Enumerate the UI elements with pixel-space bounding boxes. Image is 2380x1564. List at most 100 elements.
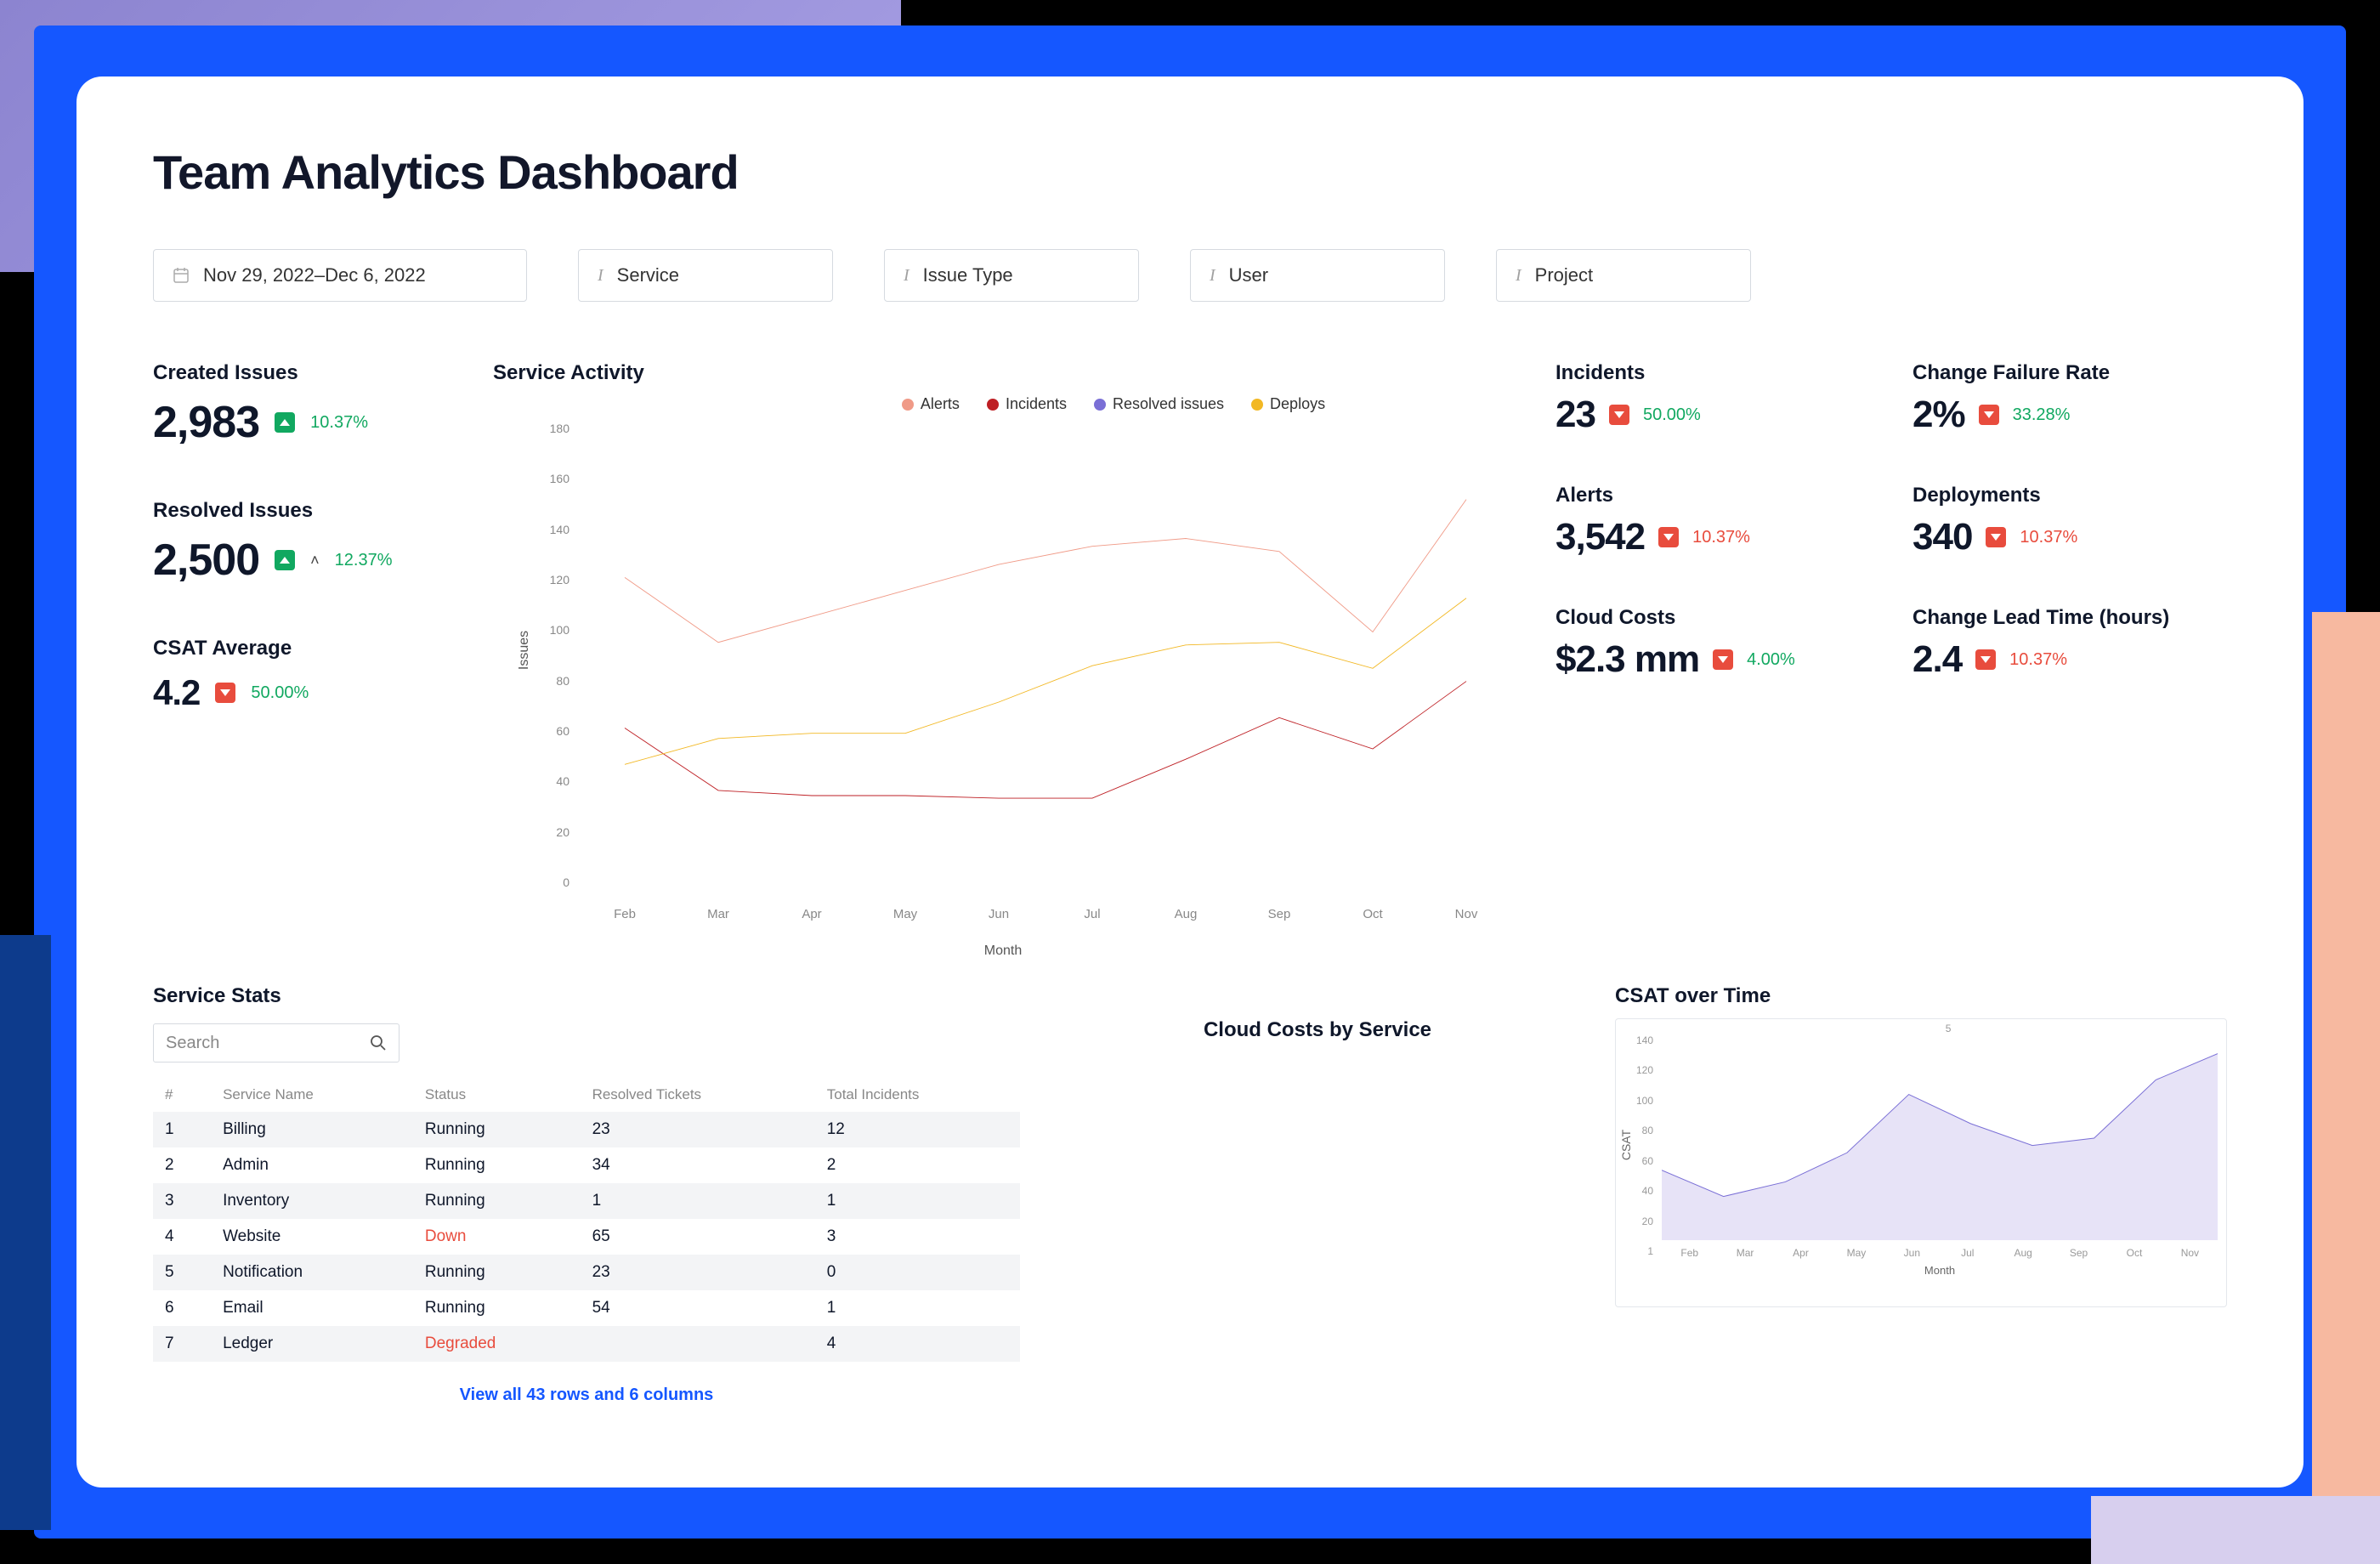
- kpi-delta: 50.00%: [251, 683, 309, 703]
- kpi-value: 2,500: [153, 535, 259, 586]
- trend-down-icon: [1979, 405, 1999, 425]
- kpi-label: Change Lead Time (hours): [1912, 606, 2227, 630]
- kpi-column-right: Change Failure Rate 2% 33.28% Deployment…: [1912, 361, 2227, 959]
- filter-service-label: Service: [617, 264, 679, 286]
- kpi-created-issues: Created Issues 2,983 10.37%: [153, 361, 450, 448]
- cell-status: Running: [413, 1290, 581, 1326]
- kpi-label: CSAT Average: [153, 637, 450, 660]
- cell-status: Running: [413, 1183, 581, 1219]
- section-title: Cloud Costs by Service: [1062, 1018, 1572, 1042]
- filter-issue-type[interactable]: I Issue Type: [884, 249, 1139, 302]
- legend-dot-resolved-icon: [1094, 399, 1106, 411]
- kpi-deployments: Deployments 340 10.37%: [1912, 484, 2227, 558]
- bg-decor-peach: [2312, 612, 2380, 1538]
- chart-service-activity: Service Activity Alerts Incidents Resolv…: [493, 361, 1513, 959]
- filter-user[interactable]: I User: [1190, 249, 1445, 302]
- dashboard-card: Team Analytics Dashboard Nov 29, 2022–De…: [76, 76, 2304, 1488]
- kpi-value: 340: [1912, 516, 1972, 558]
- kpi-column-left: Created Issues 2,983 10.37% Resolved Iss…: [153, 361, 450, 959]
- panel-csat-over-time: CSAT over Time 5 CSAT 120406080100120140…: [1615, 984, 2227, 1405]
- cell-name: Email: [211, 1290, 413, 1326]
- section-title: CSAT over Time: [1615, 984, 2227, 1008]
- chart-legend: Alerts Incidents Resolved issues Deploys: [714, 395, 1513, 413]
- kpi-value: 2.4: [1912, 638, 1962, 681]
- cell-tickets: 23: [581, 1255, 815, 1290]
- kpi-value: 23: [1556, 394, 1595, 436]
- cell-incidents: 4: [815, 1326, 1020, 1362]
- search-input[interactable]: Search: [153, 1023, 400, 1062]
- cell-n: 2: [153, 1148, 211, 1183]
- cell-status: Running: [413, 1148, 581, 1183]
- trend-down-icon: [1713, 649, 1733, 670]
- trend-down-icon: [1609, 405, 1629, 425]
- cell-tickets: 34: [581, 1148, 815, 1183]
- cell-name: Website: [211, 1219, 413, 1255]
- trend-down-icon: [1658, 527, 1679, 547]
- table-row[interactable]: 1BillingRunning2312: [153, 1112, 1020, 1148]
- text-cursor-icon: I: [904, 266, 910, 286]
- cell-incidents: 1: [815, 1290, 1020, 1326]
- search-icon: [370, 1034, 387, 1051]
- cell-n: 7: [153, 1326, 211, 1362]
- kpi-alerts: Alerts 3,542 10.37%: [1556, 484, 1870, 558]
- cell-n: 6: [153, 1290, 211, 1326]
- filter-date-label: Nov 29, 2022–Dec 6, 2022: [203, 264, 426, 286]
- col-status[interactable]: Status: [413, 1078, 581, 1112]
- col-tickets[interactable]: Resolved Tickets: [581, 1078, 815, 1112]
- chart-xticks: FebMarAprMayJunJulAugSepOctNov: [1662, 1247, 2218, 1259]
- filter-bar: Nov 29, 2022–Dec 6, 2022 I Service I Iss…: [153, 249, 2227, 302]
- cell-n: 3: [153, 1183, 211, 1219]
- service-stats-table: # Service Name Status Resolved Tickets T…: [153, 1078, 1020, 1362]
- cell-incidents: 2: [815, 1148, 1020, 1183]
- filter-date[interactable]: Nov 29, 2022–Dec 6, 2022: [153, 249, 527, 302]
- table-row[interactable]: 4WebsiteDown653: [153, 1219, 1020, 1255]
- table-row[interactable]: 6EmailRunning541: [153, 1290, 1020, 1326]
- search-placeholder: Search: [166, 1034, 219, 1053]
- bg-decor-pale: [2091, 1496, 2380, 1564]
- trend-up-icon: [275, 412, 295, 433]
- kpi-value: 3,542: [1556, 516, 1645, 558]
- cell-n: 4: [153, 1219, 211, 1255]
- cell-incidents: 1: [815, 1183, 1020, 1219]
- filter-project[interactable]: I Project: [1496, 249, 1751, 302]
- cell-tickets: [581, 1326, 815, 1362]
- trend-down-icon: [1975, 649, 1996, 670]
- table-row[interactable]: 2AdminRunning342: [153, 1148, 1020, 1183]
- legend-dot-deploys-icon: [1251, 399, 1263, 411]
- legend-dot-incidents-icon: [987, 399, 999, 411]
- kpi-delta: 10.37%: [2020, 528, 2077, 547]
- panel-service-stats: Service Stats Search # Service Name Stat…: [153, 984, 1020, 1405]
- cell-incidents: 12: [815, 1112, 1020, 1148]
- bg-decor-navy: [0, 935, 51, 1530]
- col-incidents[interactable]: Total Incidents: [815, 1078, 1020, 1112]
- cell-n: 5: [153, 1255, 211, 1290]
- col-n[interactable]: #: [153, 1078, 211, 1112]
- col-name[interactable]: Service Name: [211, 1078, 413, 1112]
- kpi-label: Deployments: [1912, 484, 2227, 507]
- cell-name: Inventory: [211, 1183, 413, 1219]
- chart-xlabel: Month: [493, 944, 1513, 959]
- chart-xlabel: Month: [1662, 1264, 2218, 1277]
- filter-service[interactable]: I Service: [578, 249, 833, 302]
- kpi-incidents: Incidents 23 50.00%: [1556, 361, 1870, 436]
- kpi-clt: Change Lead Time (hours) 2.4 10.37%: [1912, 606, 2227, 681]
- table-row[interactable]: 3InventoryRunning11: [153, 1183, 1020, 1219]
- chart-title: Service Activity: [493, 361, 1513, 385]
- cell-tickets: 65: [581, 1219, 815, 1255]
- cell-tickets: 54: [581, 1290, 815, 1326]
- chevron-up-icon: ˄: [310, 552, 320, 570]
- table-row[interactable]: 7LedgerDegraded4: [153, 1326, 1020, 1362]
- table-row[interactable]: 5NotificationRunning230: [153, 1255, 1020, 1290]
- trend-down-icon: [1986, 527, 2006, 547]
- chart-xticks: FebMarAprMayJunJulAugSepOctNov: [578, 907, 1513, 921]
- view-all-link[interactable]: View all 43 rows and 6 columns: [153, 1386, 1020, 1405]
- legend-label: Alerts: [921, 395, 960, 413]
- section-title: Service Stats: [153, 984, 1020, 1008]
- legend-dot-alerts-icon: [902, 399, 914, 411]
- filter-user-label: User: [1229, 264, 1268, 286]
- kpi-cfr: Change Failure Rate 2% 33.28%: [1912, 361, 2227, 436]
- cell-name: Admin: [211, 1148, 413, 1183]
- filter-issue-label: Issue Type: [923, 264, 1013, 286]
- cell-incidents: 3: [815, 1219, 1020, 1255]
- cell-tickets: 1: [581, 1183, 815, 1219]
